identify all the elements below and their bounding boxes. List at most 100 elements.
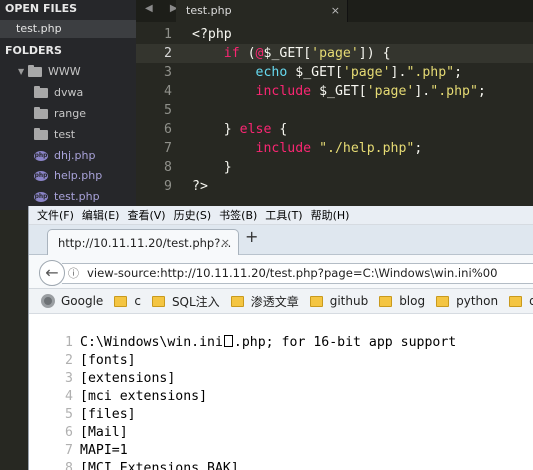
menu-item-5[interactable]: 工具(T) [265,207,302,223]
url-bar[interactable]: ⓘ view-source:http://10.11.11.20/test.php… [62,263,533,284]
tree-item-help-php[interactable]: php help.php [0,166,136,187]
code-line[interactable]: 1 <?php [136,25,533,44]
tree-item-range[interactable]: range [0,104,136,125]
bookmark-label: blog [399,294,426,308]
bookmark-blog[interactable]: blog [379,294,425,308]
source-line: 1 C:\Windows\win.ini .php; for 16-bit app … [29,334,533,352]
code-text: echo $_GET['page'].".php"; [255,65,463,80]
code-line[interactable]: 8 } [136,158,533,177]
bookmark-sql注入[interactable]: SQL注入 [151,293,220,310]
browser-tab-strip: http://10.11.11.20/test.php?... × + [29,225,533,256]
bookmark-github[interactable]: github [309,294,369,308]
source-line-number: 7 [65,443,73,458]
code-text: } [192,160,232,175]
line-number: 4 [164,84,172,99]
tree-item-dvwa[interactable]: dvwa [0,83,136,104]
open-files-title: OPEN FILES [5,2,78,15]
new-tab-button[interactable]: + [245,227,258,246]
source-line-text: [MCI Extensions.BAK] [80,460,239,470]
info-icon[interactable]: ⓘ [68,267,79,280]
source-line-number: 5 [65,407,73,422]
source-text: [fonts] [80,353,136,368]
source-text: [Mail] [80,425,128,440]
line-number: 1 [164,27,172,42]
sidebar: OPEN FILES test.php FOLDERS ▼ WWW dvwa rang… [0,0,136,210]
code-line[interactable]: 5 [136,101,533,120]
close-icon[interactable]: × [221,230,230,256]
line-number: 6 [164,122,172,137]
bookmark-渗透文章[interactable]: 渗透文章 [230,293,299,310]
php-file-icon: php [34,192,48,203]
source-line: 6 [Mail] [29,424,533,442]
source-line: 2 [fonts] [29,352,533,370]
bookmark-python[interactable]: python [436,294,498,308]
menu-item-2[interactable]: 查看(V) [127,207,165,223]
caret-down-icon[interactable]: ▼ [18,62,28,82]
code-text: include $_GET['page'].".php"; [255,84,486,99]
tree-item-label: WWW [48,65,81,79]
menu-item-3[interactable]: 历史(S) [174,207,212,223]
source-line-text: MAPI=1 [80,442,128,460]
line-number: 2 [164,46,172,61]
folders-title: FOLDERS [5,44,62,57]
code-text: include "./help.php"; [255,141,423,156]
source-line-number: 3 [65,371,73,386]
open-file-item[interactable]: test.php [0,20,136,38]
code-editor[interactable]: 1 <?php 2 if (@$_GET['page']) {3 echo $_GE… [136,22,533,210]
menu-item-4[interactable]: 书签(B) [219,207,257,223]
bookmarks-toolbar: Google c SQL注入 渗透文章 github blog python doc [29,289,533,314]
source-line-text: [fonts] [80,352,136,370]
settings-gear-icon [41,294,55,308]
source-text: [mci extensions] [80,389,208,404]
line-number: 8 [164,160,172,175]
tree-item-label: help.php [54,169,103,183]
menu-item-0[interactable]: 文件(F) [37,207,74,223]
code-text: if (@$_GET['page']) { [223,46,391,61]
tree-item-label: range [54,106,86,120]
bookmark-label: 渗透文章 [250,294,299,309]
tree-item-test-php[interactable]: php test.php [0,187,136,208]
folder-icon [34,86,48,99]
browser-window: 文件(F) 编辑(E) 查看(V) 历史(S) 书签(B) 工具(T) 帮助(H) http… [28,206,533,470]
close-icon[interactable]: × [331,0,340,22]
back-button[interactable]: ← [39,260,65,286]
code-line[interactable]: 7 include "./help.php"; [136,139,533,158]
tree-item-label: test.php [54,190,100,204]
code-line[interactable]: 6 } else { [136,120,533,139]
code-line[interactable]: 2 if (@$_GET['page']) { [136,44,533,63]
editor-tab-test-php[interactable]: test.php × [176,0,348,22]
code-line[interactable]: 3 echo $_GET['page'].".php"; [136,63,533,82]
bookmark-c[interactable]: c [114,294,141,308]
code-line[interactable]: 9 ?> [136,177,533,196]
tree-item-test[interactable]: test [0,124,136,145]
folder-icon [34,127,48,140]
code-line[interactable]: 4 include $_GET['page'].".php"; [136,82,533,101]
line-number: 7 [164,141,172,156]
editor-tab-bar: ◀ ▶ test.php × [136,0,533,22]
menu-item-6[interactable]: 帮助(H) [311,207,350,223]
bookmark-label: python [456,294,499,308]
bookmark-google[interactable]: Google [41,294,103,308]
bookmark-label: c [134,294,141,308]
tree-item-dhj-php[interactable]: php dhj.php [0,145,136,166]
folder-icon [114,295,128,307]
folder-icon [151,295,165,307]
url-text: view-source:http://10.11.11.20/test.php?… [87,266,498,280]
bookmark-doc[interactable]: doc [509,294,533,308]
tree-item-label: dvwa [54,86,84,100]
source-text: [extensions] [80,371,176,386]
bookmark-label: github [329,294,369,308]
tree-item-www[interactable]: ▼ WWW [0,62,136,83]
browser-tab[interactable]: http://10.11.11.20/test.php?... × [47,229,239,256]
source-line-number: 1 [65,335,73,350]
line-number: 9 [164,179,172,194]
source-line: 7 MAPI=1 [29,442,533,460]
source-text: MAPI=1 [80,443,128,458]
code-text: ?> [192,179,208,194]
folder-tree: ▼ WWW dvwa range test php dhj.php php help.php ph… [0,62,136,208]
navigation-bar: ⓘ view-source:http://10.11.11.20/test.php… [29,255,533,289]
source-line-number: 4 [65,389,73,404]
source-line-text: [Mail] [80,424,128,442]
source-text: [MCI Extensions.BAK] [80,461,239,470]
menu-item-1[interactable]: 编辑(E) [82,207,120,223]
